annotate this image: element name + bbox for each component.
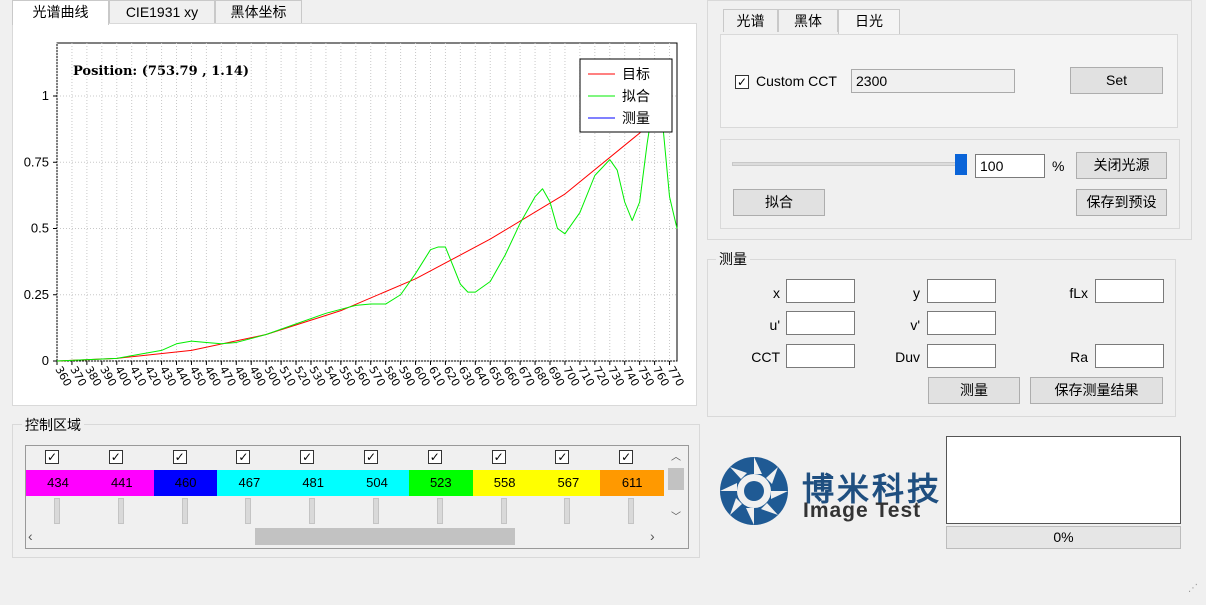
channel-slider[interactable] [564, 498, 571, 524]
v-field[interactable] [927, 311, 996, 335]
scroll-up-icon[interactable]: ︿ [665, 448, 687, 463]
custom-cct-checkbox[interactable]: ✓ [735, 75, 749, 89]
legend-label: 目标 [622, 66, 650, 82]
x-label: x [773, 285, 780, 301]
channel-wavelength: 567 [536, 470, 601, 496]
flx-field[interactable] [1095, 279, 1164, 303]
x-field[interactable] [786, 279, 855, 303]
y-tick-label: 0.75 [24, 154, 49, 169]
duv-field[interactable] [927, 344, 996, 368]
u-field[interactable] [786, 311, 855, 335]
source-control-panel: 100 % 关闭光源 拟合 保存到预设 [720, 139, 1180, 229]
channel-slider[interactable] [54, 498, 60, 524]
scroll-left-icon[interactable]: ‹ [28, 528, 42, 545]
channel-checkbox[interactable]: ✓ [45, 450, 59, 464]
channel-slider[interactable] [117, 498, 124, 524]
channel-wavelength: 460 [153, 470, 218, 496]
channel-slider[interactable] [436, 498, 443, 524]
legend-label: 拟合 [622, 88, 650, 104]
flx-label: fLx [1069, 285, 1088, 301]
vertical-scroll-thumb[interactable] [668, 468, 684, 490]
cct-label: CCT [751, 349, 780, 365]
u-label: u' [769, 317, 780, 333]
channel-slider[interactable] [373, 498, 379, 524]
intensity-slider-handle[interactable] [955, 154, 967, 175]
channel-wavelength: 523 [408, 470, 473, 496]
custom-cct-label: Custom CCT [756, 73, 837, 89]
vertical-scrollbar[interactable]: ︿ ﹀ [665, 446, 687, 526]
v-label: v' [910, 317, 920, 333]
cct-field[interactable] [786, 344, 855, 368]
intensity-input[interactable]: 100 [975, 154, 1045, 178]
close-light-source-button[interactable]: 关闭光源 [1076, 152, 1167, 179]
channel-checkbox[interactable]: ✓ [491, 450, 506, 464]
position-annotation: Position: (753.79 , 1.14) [73, 64, 249, 79]
channel-slider[interactable] [500, 498, 507, 524]
y-tick-label: 0.5 [31, 221, 49, 236]
tab-spectrum[interactable]: 光谱 [723, 9, 778, 32]
chart-legend: 目标拟合测量 [579, 58, 673, 133]
channel-wavelength: 434 [26, 470, 90, 496]
custom-cct-input[interactable]: 2300 [851, 69, 1015, 93]
save-measurement-button[interactable]: 保存测量结果 [1030, 377, 1163, 404]
channel-checkbox[interactable]: ✓ [619, 450, 634, 464]
tab-daylight[interactable]: 日光 [838, 9, 900, 34]
horizontal-scrollbar[interactable]: ‹ › [26, 526, 666, 547]
preview-box [946, 436, 1181, 524]
channel-wavelength: 467 [217, 470, 282, 496]
tab-cie1931[interactable]: CIE1931 xy [109, 0, 215, 23]
chart-panel: 0 0.25 0.5 0.75 1 360 370 380 390 400 410 420 430 44… [12, 23, 697, 406]
daylight-tab-panel: ✓ Custom CCT 2300 Set [720, 34, 1178, 128]
y-tick-label: 0 [42, 353, 49, 368]
y-tick-label: 0.25 [24, 287, 49, 302]
channel-slider[interactable] [628, 498, 635, 524]
ra-label: Ra [1070, 349, 1088, 365]
measure-button[interactable]: 测量 [928, 377, 1020, 404]
channel-wavelength: 481 [281, 470, 346, 496]
tab-spectrum-curve[interactable]: 光谱曲线 [12, 0, 109, 25]
ra-field[interactable] [1095, 344, 1164, 368]
channel-checkbox[interactable]: ✓ [555, 450, 570, 464]
set-button[interactable]: Set [1070, 67, 1163, 94]
y-field[interactable] [927, 279, 996, 303]
channel-checkbox[interactable]: ✓ [427, 450, 442, 464]
resize-grip-icon[interactable]: ⋰ [1188, 583, 1200, 595]
channel-wavelength: 611 [600, 470, 665, 496]
save-to-preset-button[interactable]: 保存到预设 [1076, 189, 1167, 216]
channel-wavelength: 504 [345, 470, 409, 496]
duv-label: Duv [895, 349, 920, 365]
channel-slider[interactable] [245, 498, 252, 524]
y-label: y [913, 285, 920, 301]
horizontal-scroll-thumb[interactable] [255, 528, 515, 545]
channel-checkbox[interactable]: ✓ [300, 450, 315, 464]
logo-text-en: Image Test [803, 499, 922, 522]
control-area-title: 控制区域 [22, 415, 84, 435]
channel-slider[interactable] [181, 498, 188, 524]
tab-blackbody-coords[interactable]: 黑体坐标 [215, 0, 302, 23]
y-tick-label: 1 [42, 88, 49, 103]
measurement-title: 测量 [716, 249, 750, 269]
channel-checkbox[interactable]: ✓ [172, 450, 187, 464]
tab-blackbody[interactable]: 黑体 [778, 9, 838, 32]
scroll-down-icon[interactable]: ﹀ [665, 508, 687, 523]
channel-checkbox[interactable]: ✓ [364, 450, 378, 464]
legend-label: 测量 [622, 110, 650, 126]
fit-button[interactable]: 拟合 [733, 189, 825, 216]
channel-wavelength: 558 [472, 470, 537, 496]
channel-slider[interactable] [309, 498, 316, 524]
intensity-slider-track [732, 162, 962, 166]
channel-checkbox[interactable]: ✓ [236, 450, 251, 464]
company-logo [718, 452, 790, 530]
aperture-logo-icon [720, 457, 788, 525]
percent-unit: % [1052, 158, 1065, 174]
progress-label: 0% [1053, 529, 1074, 545]
channel-checkbox[interactable]: ✓ [108, 450, 123, 464]
progress-bar: 0% [946, 526, 1181, 549]
scroll-right-icon[interactable]: › [650, 528, 664, 545]
spectrum-chart[interactable]: 00.250.50.751 36037038039040041042043044… [13, 24, 698, 407]
channel-wavelength: 441 [89, 470, 154, 496]
